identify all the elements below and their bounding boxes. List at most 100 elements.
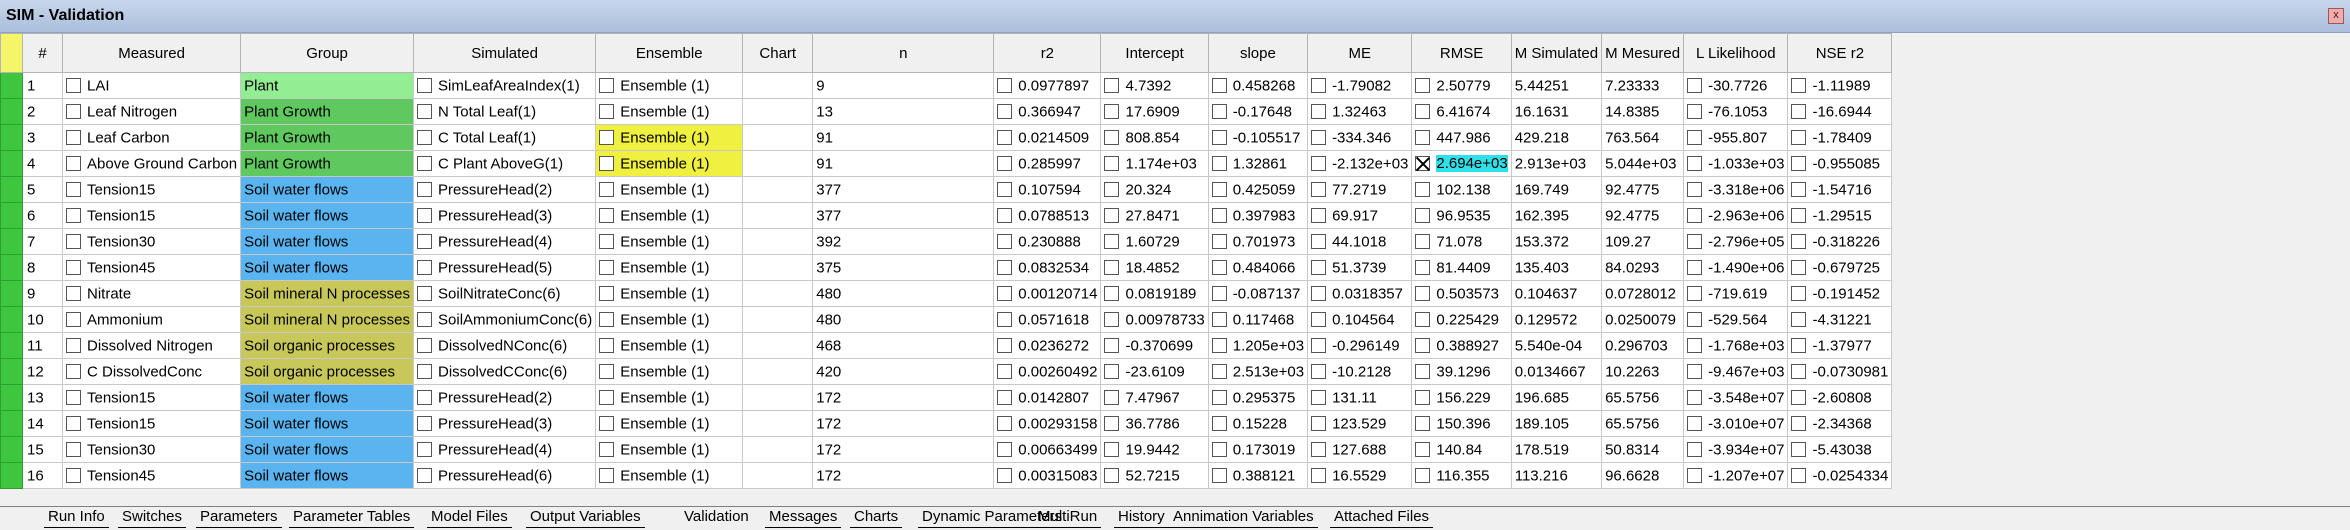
checkbox[interactable] <box>1211 260 1227 276</box>
checkbox[interactable] <box>1211 156 1227 172</box>
cell-simulated[interactable]: SimLeafAreaIndex(1) <box>413 72 597 99</box>
cell-rmse[interactable]: 81.4409 <box>1411 254 1512 281</box>
checkbox[interactable] <box>1687 338 1703 354</box>
checkbox[interactable] <box>1311 78 1327 94</box>
cell-rmse[interactable]: 140.84 <box>1411 436 1512 463</box>
cell-slope[interactable]: 1.32861 <box>1207 150 1309 177</box>
cell-mmes[interactable]: 92.4775 <box>1601 202 1685 229</box>
cell-nse[interactable]: -0.955085 <box>1787 150 1893 177</box>
cell-measured[interactable]: Tension15 <box>61 384 242 411</box>
checkbox[interactable] <box>66 234 81 250</box>
checkbox[interactable] <box>599 286 615 302</box>
cell-idx[interactable]: 10 <box>22 306 63 333</box>
cell-nse[interactable]: -1.78409 <box>1787 124 1893 151</box>
cell-measured[interactable]: Above Ground Carbon <box>61 150 242 177</box>
cell-chart[interactable] <box>742 124 814 151</box>
checkbox[interactable] <box>1211 208 1227 224</box>
cell-slope[interactable]: 0.458268 <box>1207 72 1309 99</box>
checkbox[interactable] <box>997 156 1013 172</box>
checkbox[interactable] <box>1311 130 1327 146</box>
row-selector[interactable] <box>0 202 23 229</box>
cell-idx[interactable]: 16 <box>22 462 63 489</box>
cell-ensemble[interactable]: Ensemble (1) <box>595 358 744 385</box>
cell-ensemble[interactable]: Ensemble (1) <box>595 98 744 125</box>
cell-rmse[interactable]: 2.694e+03 <box>1411 150 1512 177</box>
cell-chart[interactable] <box>742 462 814 489</box>
cell-me[interactable]: 44.1018 <box>1307 228 1413 255</box>
cell-simulated[interactable]: PressureHead(3) <box>413 202 597 229</box>
cell-group[interactable]: Plant Growth <box>240 150 415 177</box>
checkbox[interactable] <box>417 78 433 94</box>
column-header-rmse[interactable]: RMSE <box>1411 33 1512 73</box>
cell-rmse[interactable]: 39.1296 <box>1411 358 1512 385</box>
cell-simulated[interactable]: PressureHead(3) <box>413 410 597 437</box>
checkbox[interactable] <box>1311 312 1327 328</box>
cell-ll[interactable]: -2.796e+05 <box>1683 228 1789 255</box>
cell-intercept[interactable]: 1.174e+03 <box>1100 150 1209 177</box>
cell-ll[interactable]: -3.010e+07 <box>1683 410 1789 437</box>
cell-me[interactable]: 0.104564 <box>1307 306 1413 333</box>
checkbox[interactable] <box>1311 156 1327 172</box>
checkbox[interactable] <box>997 416 1013 432</box>
cell-simulated[interactable]: PressureHead(5) <box>413 254 597 281</box>
checkbox[interactable] <box>1791 364 1807 380</box>
cell-idx[interactable]: 5 <box>22 176 63 203</box>
cell-ll[interactable]: -1.033e+03 <box>1683 150 1789 177</box>
cell-msim[interactable]: 162.395 <box>1510 202 1603 229</box>
cell-slope[interactable]: 0.117468 <box>1207 306 1309 333</box>
cell-r2[interactable]: 0.0832534 <box>993 254 1102 281</box>
cell-r2[interactable]: 0.285997 <box>993 150 1102 177</box>
checkbox[interactable] <box>417 260 433 276</box>
checkbox[interactable] <box>417 234 433 250</box>
checkbox[interactable] <box>599 182 615 198</box>
checkbox[interactable] <box>599 78 615 94</box>
checkbox[interactable] <box>1415 182 1431 198</box>
checkbox[interactable] <box>417 286 433 302</box>
cell-rmse[interactable]: 0.503573 <box>1411 280 1512 307</box>
column-header-n[interactable]: n <box>812 33 995 73</box>
table-row[interactable]: 14 Tension15 Soil water flows PressureHead(… <box>0 410 1893 437</box>
tab-messages[interactable]: Messages <box>765 507 842 528</box>
cell-ensemble[interactable]: Ensemble (1) <box>595 176 744 203</box>
cell-chart[interactable] <box>742 150 814 177</box>
checkbox[interactable] <box>599 130 615 146</box>
cell-chart[interactable] <box>742 306 814 333</box>
select-all-corner[interactable] <box>0 33 23 73</box>
cell-msim[interactable]: 169.749 <box>1510 176 1603 203</box>
cell-msim[interactable]: 5.540e-04 <box>1510 332 1603 359</box>
table-row[interactable]: 8 Tension45 Soil water flows PressureHead(5… <box>0 254 1893 281</box>
checkbox[interactable] <box>1415 78 1431 94</box>
checkbox[interactable] <box>417 156 433 172</box>
cell-ensemble[interactable]: Ensemble (1) <box>595 124 744 151</box>
cell-chart[interactable] <box>742 228 814 255</box>
cell-ll[interactable]: -719.619 <box>1683 280 1789 307</box>
cell-chart[interactable] <box>742 72 814 99</box>
checkbox[interactable] <box>1415 234 1431 250</box>
table-row[interactable]: 10 Ammonium Soil mineral N processes SoilAm… <box>0 306 1893 333</box>
checkbox[interactable] <box>1211 286 1227 302</box>
checkbox[interactable] <box>997 286 1013 302</box>
cell-simulated[interactable]: DissolvedCConc(6) <box>413 358 597 385</box>
cell-slope[interactable]: 2.513e+03 <box>1207 358 1309 385</box>
cell-me[interactable]: 51.3739 <box>1307 254 1413 281</box>
cell-r2[interactable]: 0.0142807 <box>993 384 1102 411</box>
cell-intercept[interactable]: 36.7786 <box>1100 410 1209 437</box>
cell-group[interactable]: Soil water flows <box>240 410 415 437</box>
cell-n[interactable]: 172 <box>812 384 995 411</box>
cell-slope[interactable]: 0.15228 <box>1207 410 1309 437</box>
cell-me[interactable]: 69.917 <box>1307 202 1413 229</box>
cell-group[interactable]: Soil water flows <box>240 384 415 411</box>
checkbox[interactable] <box>66 156 81 172</box>
cell-idx[interactable]: 13 <box>22 384 63 411</box>
cell-ensemble[interactable]: Ensemble (1) <box>595 254 744 281</box>
cell-ll[interactable]: -1.490e+06 <box>1683 254 1789 281</box>
checkbox[interactable] <box>1687 208 1703 224</box>
cell-msim[interactable]: 189.105 <box>1510 410 1603 437</box>
checkbox[interactable] <box>1415 338 1431 354</box>
checkbox[interactable] <box>1211 364 1227 380</box>
table-row[interactable]: 2 Leaf Nitrogen Plant Growth N Total Leaf(1… <box>0 98 1893 125</box>
cell-me[interactable]: 127.688 <box>1307 436 1413 463</box>
cell-group[interactable]: Soil water flows <box>240 436 415 463</box>
cell-ensemble[interactable]: Ensemble (1) <box>595 436 744 463</box>
table-row[interactable]: 5 Tension15 Soil water flows PressureHead(2… <box>0 176 1893 203</box>
